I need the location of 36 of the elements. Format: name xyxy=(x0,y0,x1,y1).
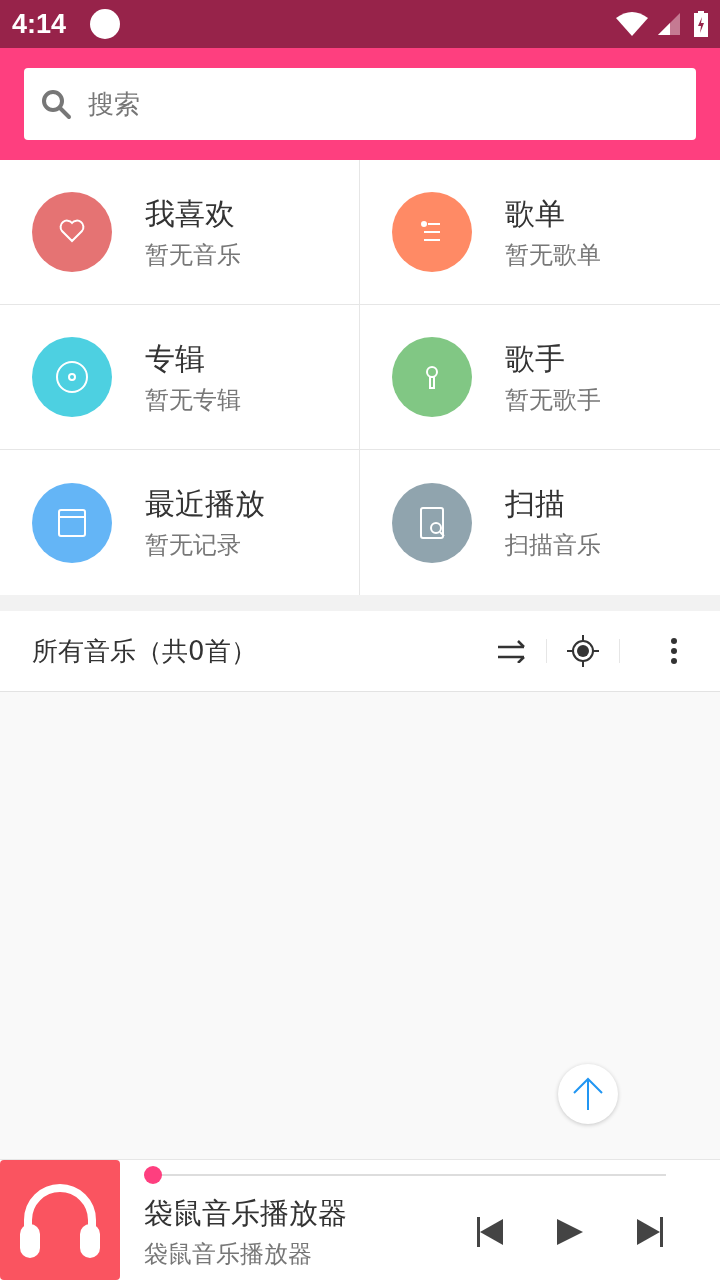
list-title: 所有音乐（共0首） xyxy=(32,634,258,668)
notification-dot-icon xyxy=(90,9,121,39)
battery-icon xyxy=(694,11,708,37)
category-subtitle: 暂无歌手 xyxy=(505,384,601,416)
category-tile[interactable]: 歌手 暂无歌手 xyxy=(360,305,720,450)
scroll-up-button[interactable] xyxy=(558,1064,618,1124)
category-subtitle: 暂无音乐 xyxy=(145,239,241,271)
category-subtitle: 暂无记录 xyxy=(145,530,242,561)
category-subtitle: 暂无歌单 xyxy=(505,239,601,271)
category-title: 歌手 xyxy=(505,339,566,378)
signal-icon xyxy=(658,13,680,35)
search-icon xyxy=(40,88,72,120)
category-title: 最近播放 xyxy=(145,485,265,523)
wifi-icon xyxy=(616,12,648,36)
track-title: 袋鼠音乐播放器 xyxy=(144,1195,348,1232)
category-subtitle: 暂无专辑 xyxy=(145,384,241,416)
category-title: 我喜欢 xyxy=(145,194,236,233)
next-icon xyxy=(637,1217,663,1247)
progress-thumb[interactable] xyxy=(144,1166,162,1184)
category-tile[interactable]: 最近播放 暂无记录 xyxy=(0,450,360,595)
play-icon xyxy=(557,1217,583,1247)
category-subtitle: 扫描音乐 xyxy=(505,530,601,561)
shuffle-icon[interactable] xyxy=(498,639,526,663)
category-tile[interactable]: 歌单 暂无歌单 xyxy=(360,160,720,305)
previous-icon xyxy=(477,1217,503,1247)
search-field[interactable]: 搜索 xyxy=(24,68,696,140)
category-tile[interactable]: 扫描 扫描音乐 xyxy=(360,450,720,595)
track-artist: 袋鼠音乐播放器 xyxy=(144,1239,313,1270)
category-title: 专辑 xyxy=(145,339,206,378)
category-tile[interactable]: 我喜欢 暂无音乐 xyxy=(0,160,360,305)
locate-icon[interactable] xyxy=(567,635,599,667)
arrow-up-icon xyxy=(571,1077,605,1111)
category-title: 扫描 xyxy=(505,485,566,523)
category-title: 歌单 xyxy=(505,194,566,233)
status-time: 4:14 xyxy=(12,8,67,40)
category-tile[interactable]: 专辑 暂无专辑 xyxy=(0,305,360,450)
